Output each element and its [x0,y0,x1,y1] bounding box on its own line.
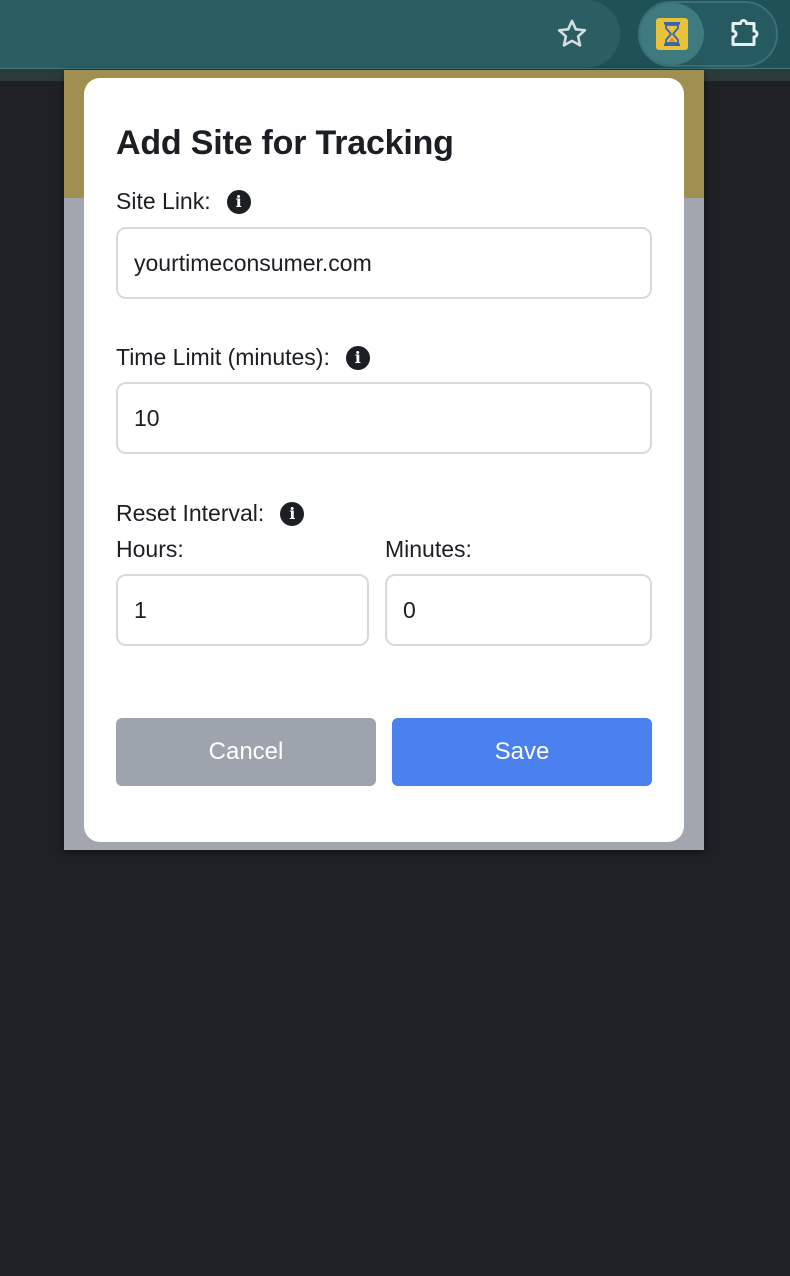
site-link-label-row: Site Link: i [116,188,251,215]
time-limit-label-row: Time Limit (minutes): i [116,344,370,371]
hours-input[interactable] [116,574,369,646]
omnibox[interactable] [0,0,620,68]
cancel-button[interactable]: Cancel [116,718,376,786]
site-link-label: Site Link: [116,188,211,214]
reset-interval-label: Reset Interval: [116,500,265,526]
reset-interval-label-row: Reset Interval: i [116,500,305,527]
time-limit-input[interactable] [116,382,652,454]
time-tracker-extension-button[interactable] [640,3,704,65]
save-button[interactable]: Save [392,718,652,786]
add-site-dialog: Add Site for Tracking Site Link: i Time … [84,78,684,842]
info-icon[interactable]: i [280,501,305,526]
minutes-label: Minutes: [385,536,472,562]
hourglass-icon [656,18,688,50]
star-icon[interactable] [550,12,594,56]
info-icon[interactable]: i [226,189,251,214]
minutes-input[interactable] [385,574,652,646]
dialog-title: Add Site for Tracking [116,124,454,162]
info-icon[interactable]: i [345,345,370,370]
site-link-input[interactable] [116,227,652,299]
puzzle-icon[interactable] [722,12,768,56]
browser-toolbar [0,0,790,68]
extension-popup: Add Site for Tracking Site Link: i Time … [64,70,704,850]
hours-label: Hours: [116,536,184,562]
time-limit-label: Time Limit (minutes): [116,344,330,370]
